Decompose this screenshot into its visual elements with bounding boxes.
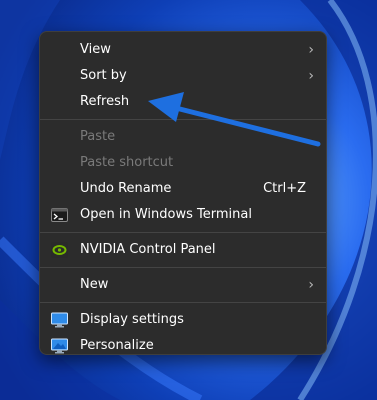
chevron-right-icon: › [308, 277, 314, 293]
menu-item-sort-by[interactable]: Sort by › [40, 63, 326, 89]
menu-item-label: Paste shortcut [80, 155, 174, 170]
menu-item-paste-shortcut[interactable]: Paste shortcut [40, 150, 326, 176]
menu-item-label: Display settings [80, 312, 184, 327]
menu-separator [40, 232, 326, 233]
menu-item-nvidia-control-panel[interactable]: NVIDIA Control Panel [40, 237, 326, 263]
menu-separator [40, 302, 326, 303]
menu-item-view[interactable]: View › [40, 37, 326, 63]
menu-item-label: Undo Rename [80, 181, 172, 196]
menu-item-display-settings[interactable]: Display settings [40, 307, 326, 333]
shortcut-text: Ctrl+Z [263, 181, 306, 196]
desktop-context-menu: View › Sort by › Refresh Paste Paste sho… [39, 31, 327, 355]
menu-item-label: Personalize [80, 338, 154, 353]
terminal-icon [51, 208, 68, 222]
menu-item-label: New [80, 277, 109, 292]
menu-item-label: NVIDIA Control Panel [80, 242, 216, 257]
menu-item-label: Sort by [80, 68, 127, 83]
menu-item-refresh[interactable]: Refresh [40, 89, 326, 115]
personalize-icon [51, 338, 68, 354]
nvidia-icon [51, 242, 68, 258]
menu-separator [40, 119, 326, 120]
menu-item-label: View [80, 42, 111, 57]
menu-item-undo-rename[interactable]: Undo Rename Ctrl+Z [40, 176, 326, 202]
menu-item-open-terminal[interactable]: Open in Windows Terminal [40, 202, 326, 228]
menu-item-label: Refresh [80, 94, 130, 109]
menu-item-new[interactable]: New › [40, 272, 326, 298]
menu-item-label: Open in Windows Terminal [80, 207, 252, 222]
menu-separator [40, 267, 326, 268]
chevron-right-icon: › [308, 68, 314, 84]
menu-item-label: Paste [80, 129, 116, 144]
desktop[interactable]: View › Sort by › Refresh Paste Paste sho… [0, 0, 377, 400]
display-icon [51, 312, 68, 328]
chevron-right-icon: › [308, 42, 314, 58]
menu-item-personalize[interactable]: Personalize [40, 333, 326, 359]
menu-item-paste[interactable]: Paste [40, 124, 326, 150]
